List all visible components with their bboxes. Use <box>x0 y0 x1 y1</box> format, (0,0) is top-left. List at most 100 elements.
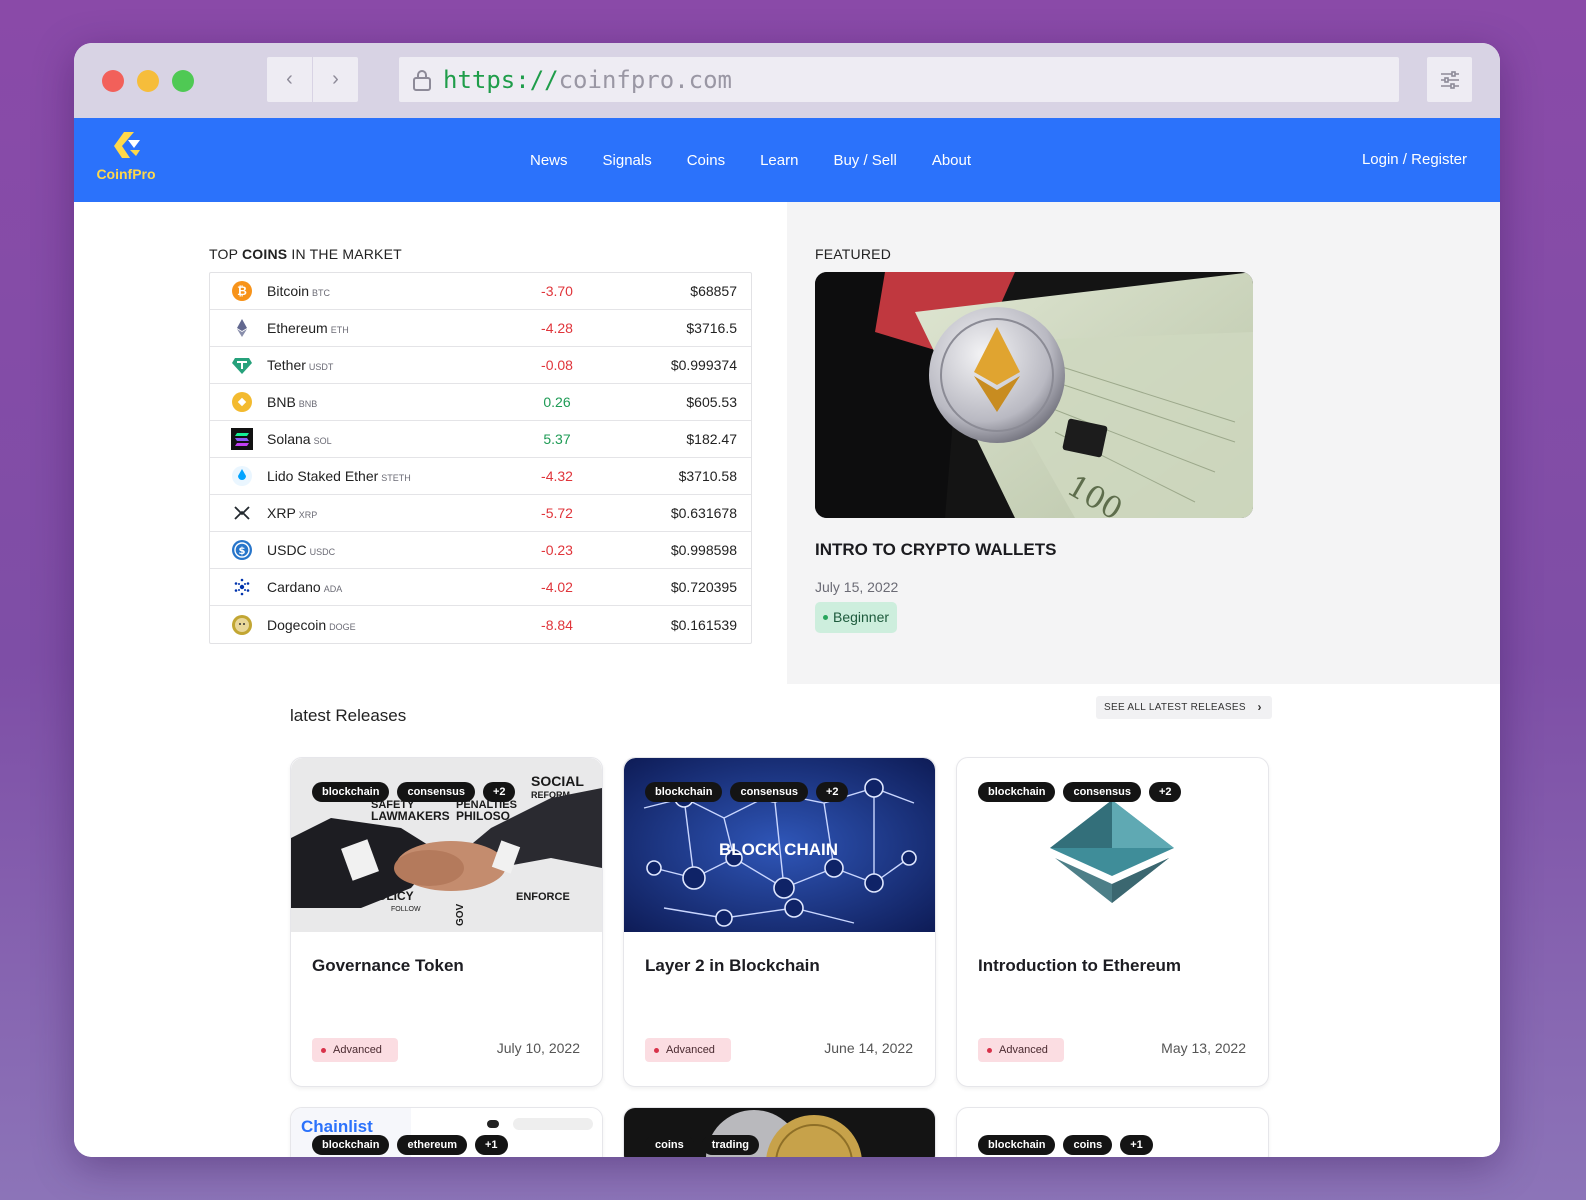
main-nav: News Signals Coins Learn Buy / Sell Abou… <box>530 118 1006 202</box>
coin-price: $0.161539 <box>670 616 737 633</box>
minimize-window-button[interactable] <box>137 70 159 92</box>
coin-row[interactable]: BNB BNB 0.26 $605.53 <box>210 384 751 421</box>
sliders-icon <box>1440 70 1459 89</box>
tag[interactable]: consensus <box>397 782 475 802</box>
card-title[interactable]: Governance Token <box>312 956 464 976</box>
coin-symbol: ADA <box>323 584 343 594</box>
card-tags: blockchain consensus +2 <box>645 782 849 802</box>
card-title[interactable]: Introduction to Ethereum <box>978 956 1181 976</box>
nav-signals[interactable]: Signals <box>603 152 652 169</box>
nav-buy-sell[interactable]: Buy / Sell <box>833 152 896 169</box>
tag[interactable]: blockchain <box>645 782 723 802</box>
tag[interactable]: consensus <box>730 782 808 802</box>
nav-news[interactable]: News <box>530 152 568 169</box>
browser-chrome: ‹ › https://coinfpro.com <box>74 43 1500 118</box>
hero-section: TOP COINS IN THE MARKET ₿ Bitcoin BTC -3.70… <box>74 202 1500 684</box>
release-card-partial[interactable]: Chainlist blockchain ethereum +1 <box>290 1107 603 1157</box>
coin-name-cell: Ethereum ETH <box>267 320 497 336</box>
coin-name-cell: Solana SOL <box>267 431 497 447</box>
login-register-link[interactable]: Login / Register <box>1362 151 1467 168</box>
solana-icon <box>231 428 253 450</box>
release-card[interactable]: blockchain consensus +2 Introduction to … <box>956 757 1269 1087</box>
svg-text:$: $ <box>239 546 246 557</box>
tag-more[interactable]: +2 <box>1148 782 1182 802</box>
close-window-button[interactable] <box>102 70 124 92</box>
tag[interactable]: consensus <box>1063 782 1141 802</box>
coin-row[interactable]: Dogecoin DOGE -8.84 $0.161539 <box>210 606 751 643</box>
tag-more[interactable]: +1 <box>475 1135 508 1155</box>
release-card-partial[interactable]: blockchain coins +1 <box>956 1107 1269 1157</box>
image-word: PHILOSO <box>456 809 510 823</box>
coin-row[interactable]: XRP XRP -5.72 $0.631678 <box>210 495 751 532</box>
level-badge-advanced: Advanced <box>645 1038 731 1062</box>
coin-price: $605.53 <box>686 394 737 410</box>
card-date: July 10, 2022 <box>496 1040 580 1056</box>
coin-row[interactable]: Lido Staked Ether STETH -4.32 $3710.58 <box>210 458 751 495</box>
top-coins-panel: TOP COINS IN THE MARKET ₿ Bitcoin BTC -3.70… <box>74 202 787 684</box>
featured-date: July 15, 2022 <box>815 579 899 595</box>
coin-row[interactable]: Tether USDT -0.08 $0.999374 <box>210 347 751 384</box>
coin-name-cell: BNB BNB <box>267 394 497 410</box>
tag[interactable]: blockchain <box>312 782 390 802</box>
coin-price: $0.999374 <box>670 357 737 373</box>
featured-heading: FEATURED <box>815 246 892 262</box>
coin-price: $3710.58 <box>678 468 737 484</box>
coin-name: Lido Staked Ether <box>267 468 379 484</box>
coin-row[interactable]: Cardano ADA -4.02 $0.720395 <box>210 569 751 606</box>
svg-text:₿: ₿ <box>237 284 247 298</box>
tag-more[interactable]: +1 <box>1120 1135 1153 1155</box>
maximize-window-button[interactable] <box>172 70 194 92</box>
tag[interactable]: trading <box>701 1135 760 1155</box>
coin-row[interactable]: Solana SOL 5.37 $182.47 <box>210 421 751 458</box>
tag[interactable]: blockchain <box>978 782 1056 802</box>
level-badge-advanced: Advanced <box>312 1038 398 1062</box>
image-word: SOCIAL <box>531 773 584 789</box>
card-image-layer2: BLOCK CHAIN blockchain consensus +2 <box>624 758 935 932</box>
tag-more[interactable]: +2 <box>482 782 516 802</box>
featured-title[interactable]: INTRO TO CRYPTO WALLETS <box>815 540 1056 560</box>
coin-row[interactable]: $ USDC USDC -0.23 $0.998598 <box>210 532 751 569</box>
coin-name: Ethereum <box>267 320 328 336</box>
tag[interactable]: coins <box>645 1135 694 1155</box>
logo[interactable]: CoinfPro <box>94 130 158 182</box>
coin-name-cell: Dogecoin DOGE <box>267 617 497 633</box>
nav-learn[interactable]: Learn <box>760 152 798 169</box>
settings-button[interactable] <box>1427 57 1472 102</box>
coin-symbol: DOGE <box>329 621 356 632</box>
coin-price: $68857 <box>690 283 737 299</box>
coin-row[interactable]: ₿ Bitcoin BTC -3.70 $68857 <box>210 273 751 310</box>
forward-button[interactable]: › <box>313 57 358 102</box>
release-card-partial[interactable]: coins trading <box>623 1107 936 1157</box>
tether-icon <box>231 354 253 376</box>
release-card[interactable]: BLOCK CHAIN blockchain consensus +2 Laye… <box>623 757 936 1087</box>
nav-about[interactable]: About <box>932 152 971 169</box>
card-tags: blockchain ethereum +1 <box>312 1135 508 1155</box>
tag[interactable]: blockchain <box>978 1135 1056 1155</box>
level-badge-beginner: Beginner <box>815 602 898 633</box>
coin-name-cell: Tether USDT <box>267 357 497 373</box>
tag[interactable]: ethereum <box>397 1135 467 1155</box>
coin-name-cell: Bitcoin BTC <box>267 283 497 299</box>
coin-name-cell: XRP XRP <box>267 505 497 521</box>
coin-row[interactable]: Ethereum ETH -4.28 $3716.5 <box>210 310 751 347</box>
card-title[interactable]: Layer 2 in Blockchain <box>645 956 820 976</box>
tag-more[interactable]: +2 <box>815 782 849 802</box>
coin-name-cell: Lido Staked Ether STETH <box>267 468 497 484</box>
coin-symbol: USDC <box>309 547 336 557</box>
coinfpro-logo-icon <box>114 132 140 158</box>
image-word: GOV <box>455 903 466 926</box>
tag[interactable]: blockchain <box>312 1135 390 1155</box>
xrp-icon <box>231 502 253 524</box>
see-all-releases-button[interactable]: SEE ALL LATEST RELEASES › <box>1096 696 1272 719</box>
nav-coins[interactable]: Coins <box>687 152 725 169</box>
release-card[interactable]: SOCIAL REFORM SAFETY LAWMAKERS PENALTIES… <box>290 757 603 1087</box>
chevron-right-icon: › <box>1257 700 1262 714</box>
card-tags: blockchain consensus +2 <box>312 782 516 802</box>
browser-window: ‹ › https://coinfpro.com CoinfPro News S… <box>74 43 1500 1157</box>
address-bar[interactable]: https://coinfpro.com <box>399 57 1399 102</box>
see-all-label: SEE ALL LATEST RELEASES <box>1104 702 1246 713</box>
usdc-icon: $ <box>231 539 253 561</box>
back-button[interactable]: ‹ <box>267 57 312 102</box>
tag[interactable]: coins <box>1063 1135 1113 1155</box>
featured-image[interactable]: 100 <box>815 272 1253 518</box>
